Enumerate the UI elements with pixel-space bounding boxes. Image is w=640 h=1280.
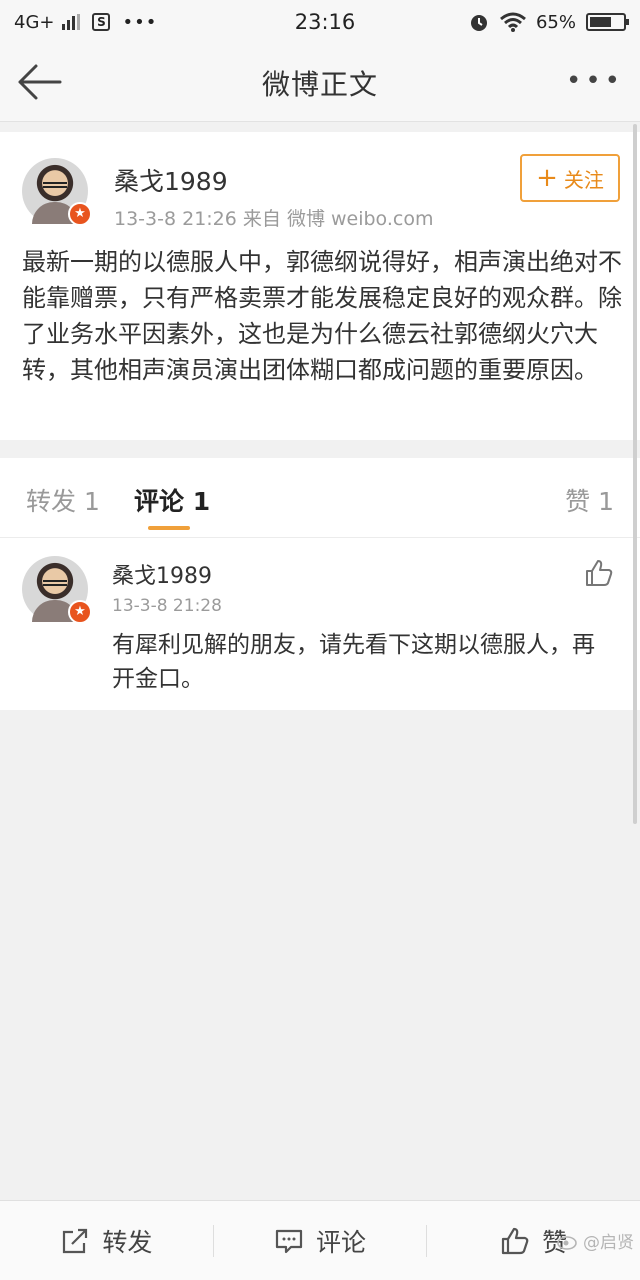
comment-icon xyxy=(275,1229,303,1253)
signal-icon xyxy=(62,14,81,30)
tab-like[interactable]: 赞 1 xyxy=(565,482,614,518)
watermark-text: @启贤 xyxy=(583,1233,634,1253)
alarm-icon xyxy=(470,15,487,31)
status-left: 4G+ S ••• xyxy=(14,12,234,33)
follow-button[interactable]: + 关注 xyxy=(520,154,620,202)
battery-percent: 65% xyxy=(535,11,576,33)
avatar-glasses xyxy=(43,182,67,188)
back-arrow-icon[interactable] xyxy=(14,62,64,102)
status-bar: 4G+ S ••• 23:16 65% xyxy=(0,0,640,44)
weibo-logo-icon xyxy=(557,1235,577,1250)
watermark: @启贤 xyxy=(557,1228,634,1253)
avatar-glasses xyxy=(43,580,67,586)
more-options-icon[interactable]: ••• xyxy=(566,66,624,96)
author-name[interactable]: 桑戈1989 xyxy=(114,162,228,198)
thumbs-up-icon[interactable] xyxy=(584,558,614,588)
status-right: 65% xyxy=(446,11,629,33)
active-tab-indicator xyxy=(148,526,190,530)
plus-icon: + xyxy=(536,163,558,193)
battery-icon xyxy=(586,13,629,31)
bottom-action-bar: 转发 评论 赞 xyxy=(0,1200,640,1280)
comment-button[interactable]: 评论 xyxy=(214,1201,427,1280)
post-meta: 13-3-8 21:26 来自 微博 weibo.com xyxy=(114,208,434,230)
notification-app-icon: S xyxy=(92,13,111,31)
post-content: 最新一期的以德服人中，郭德纲说得好，相声演出绝对不能靠赠票，只有严格卖票才能发展… xyxy=(22,248,622,384)
verified-badge-icon: ★ xyxy=(68,600,92,624)
commenter-name[interactable]: 桑戈1989 xyxy=(112,558,212,590)
post-card: ★ 桑戈1989 13-3-8 21:26 来自 微博 weibo.com + … xyxy=(0,132,640,440)
verified-badge-icon: ★ xyxy=(68,202,92,226)
wifi-icon xyxy=(500,12,526,32)
battery-level xyxy=(590,17,611,27)
weibo-post-page: 4G+ S ••• 23:16 65% 微博正文 ••• ★ 桑戈1989 13… xyxy=(0,0,640,1280)
author-avatar[interactable]: ★ xyxy=(22,158,92,226)
scrollbar[interactable] xyxy=(633,124,637,824)
share-icon xyxy=(63,1228,88,1253)
comment-label: 评论 xyxy=(316,1227,367,1257)
interaction-tabs: 转发 1 评论 1 赞 1 xyxy=(0,458,640,538)
comment-list: ★ 桑戈1989 13-3-8 21:28 有犀利见解的朋友，请先看下这期以德服… xyxy=(0,538,640,710)
comment-time: 13-3-8 21:28 xyxy=(112,596,222,616)
tab-repost[interactable]: 转发 1 xyxy=(26,482,100,518)
more-notifications-icon: ••• xyxy=(122,11,158,33)
navigation-bar: 微博正文 ••• xyxy=(0,44,640,122)
clock: 23:16 xyxy=(294,10,356,34)
repost-label: 转发 xyxy=(102,1227,153,1257)
comment-text: 有犀利见解的朋友，请先看下这期以德服人，再开金口。 xyxy=(112,632,595,692)
repost-button[interactable]: 转发 xyxy=(0,1201,213,1280)
commenter-avatar[interactable]: ★ xyxy=(22,556,92,624)
thumbs-up-icon xyxy=(502,1227,529,1254)
page-title: 微博正文 xyxy=(261,67,378,101)
network-type: 4G+ xyxy=(14,11,55,33)
follow-label: 关注 xyxy=(563,167,604,192)
tab-comment[interactable]: 评论 1 xyxy=(134,482,210,518)
